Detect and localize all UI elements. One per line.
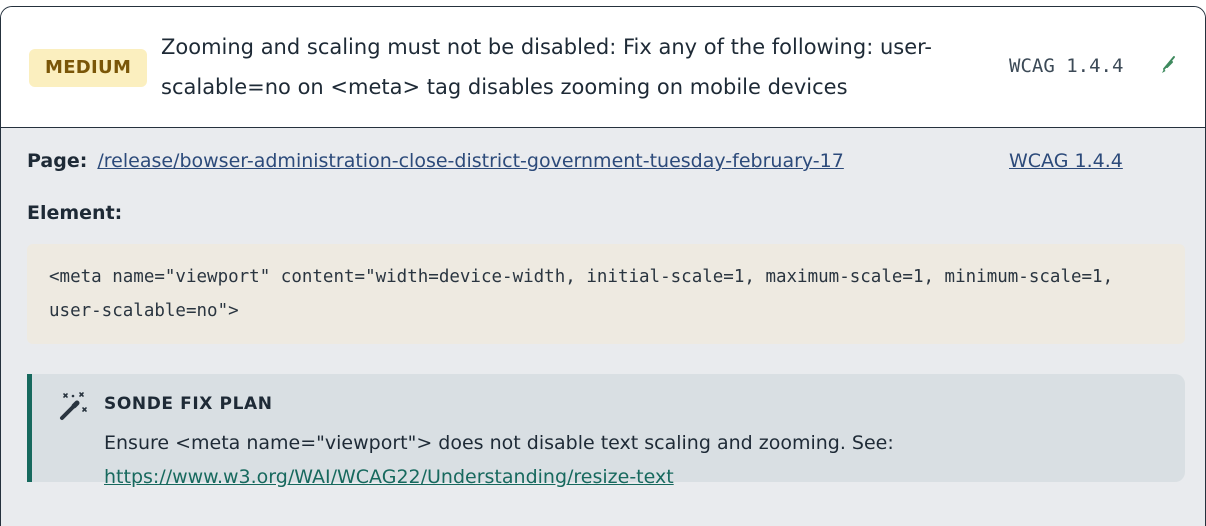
fix-plan-link[interactable]: https://www.w3.org/WAI/WCAG22/Understand… <box>104 466 674 488</box>
element-code-block: <meta name="viewport" content="width=dev… <box>27 244 1185 344</box>
fix-plan-description: Ensure <meta name="viewport"> does not d… <box>104 432 894 454</box>
issue-card: MEDIUM Zooming and scaling must not be d… <box>0 6 1206 526</box>
element-label: Element: <box>27 202 123 224</box>
element-code: <meta name="viewport" content="width=dev… <box>49 267 1124 321</box>
page-url-link[interactable]: /release/bowser-administration-close-dis… <box>97 150 843 172</box>
fix-plan-text: Ensure <meta name="viewport"> does not d… <box>104 426 1164 494</box>
wcag-criterion: WCAG 1.4.4 <box>1009 55 1124 77</box>
page-label: Page: <box>27 150 88 172</box>
issue-title: Zooming and scaling must not be disabled… <box>161 35 932 99</box>
fix-plan: SONDE FIX PLAN Ensure <meta name="viewpo… <box>27 374 1185 488</box>
magic-wand-icon <box>60 392 87 420</box>
page-row: Page: /release/bowser-administration-clo… <box>27 150 844 172</box>
issue-header[interactable]: MEDIUM Zooming and scaling must not be d… <box>1 7 1205 128</box>
wcag-link[interactable]: WCAG 1.4.4 <box>1009 150 1123 172</box>
fix-plan-title: SONDE FIX PLAN <box>104 394 273 414</box>
edit-icon[interactable] <box>1156 53 1180 77</box>
severity-badge: MEDIUM <box>29 49 148 87</box>
